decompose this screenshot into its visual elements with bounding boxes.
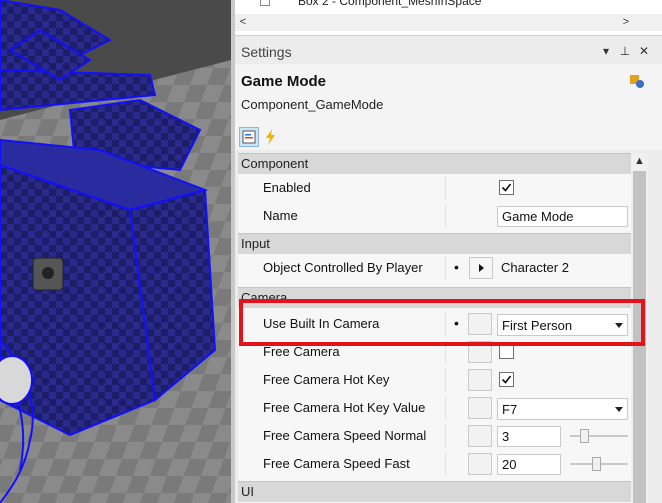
column-separator [445,256,446,280]
scene-render [0,0,231,503]
panel-menu-icon[interactable]: ▾ [599,44,613,58]
column-separator [445,396,446,420]
reset-button[interactable] [468,425,492,447]
highlight-box [239,299,645,346]
object-type: Component_GameMode [241,97,384,112]
properties-icon[interactable] [239,127,259,147]
select-reference-button[interactable] [469,257,493,279]
close-icon[interactable]: ✕ [637,44,651,58]
reset-button[interactable] [468,453,492,475]
tree-item-box-2[interactable]: Box 2 - Component_MeshInSpace [298,0,481,10]
property-object-controlled: Object Controlled By Player • Character … [238,254,631,282]
object-tree[interactable]: Box 2 - Component_MeshInSpace < > [235,0,662,36]
category-label: Input [241,236,270,251]
column-separator [445,204,446,228]
free-camera-checkbox[interactable] [499,344,514,359]
scroll-up-icon[interactable]: ▲ [631,153,648,170]
reset-button[interactable] [468,397,492,419]
modified-dot-icon: • [454,259,459,275]
settings-panel-header: Settings ▾ ⊥ ✕ [235,40,662,64]
column-separator [445,424,446,448]
expand-icon[interactable] [260,0,270,6]
property-label: Free Camera Hot Key Value [263,400,426,415]
property-label: Enabled [263,180,311,195]
property-free-camera-speed-normal: Free Camera Speed Normal 3 [238,422,631,450]
property-label: Free Camera Hot Key [263,372,390,387]
scroll-left-icon[interactable]: < [235,14,251,31]
settings-title: Settings [241,44,292,60]
enabled-checkbox[interactable] [499,180,514,195]
free-camera-hot-key-checkbox[interactable] [499,372,514,387]
category-component[interactable]: Component [238,153,631,174]
property-free-camera-hot-key-value: Free Camera Hot Key Value F7 [238,394,631,422]
scroll-corner [635,14,662,31]
name-field[interactable]: Game Mode [497,206,628,227]
dropdown-value: F7 [502,402,518,417]
category-label: UI [241,484,254,499]
speed-normal-slider-track[interactable] [570,435,628,437]
property-name: Name Game Mode [238,202,631,230]
tree-horizontal-scrollbar[interactable] [235,14,635,31]
chevron-down-icon [615,407,623,412]
right-panel: Box 2 - Component_MeshInSpace < > Settin… [235,0,662,503]
property-label: Free Camera [263,344,340,359]
property-label: Free Camera Speed Normal [263,428,427,443]
category-label: Component [241,156,309,171]
reference-value: Character 2 [501,260,569,275]
component-settings-icon[interactable] [629,73,645,89]
column-separator [445,176,446,200]
scene-viewport[interactable] [0,0,231,503]
property-label: Free Camera Speed Fast [263,456,410,471]
property-free-camera-hot-key: Free Camera Hot Key [238,366,631,394]
speed-normal-field[interactable]: 3 [497,426,561,447]
object-title-block: Game Mode Component_GameMode [235,64,662,124]
property-free-camera-speed-fast: Free Camera Speed Fast 20 [238,450,631,478]
speed-fast-field[interactable]: 20 [497,454,561,475]
property-label: Name [263,208,298,223]
speed-normal-slider-thumb[interactable] [579,429,589,443]
scroll-right-icon[interactable]: > [618,14,634,31]
column-separator [445,368,446,392]
object-name: Game Mode [241,73,327,90]
column-separator [445,452,446,476]
settings-mode-bar [235,124,662,150]
category-input[interactable]: Input [238,233,631,254]
category-ui[interactable]: UI [238,481,631,502]
events-icon[interactable] [261,127,281,147]
pin-icon[interactable]: ⊥ [618,44,632,58]
property-label: Object Controlled By Player [263,260,423,275]
hot-key-value-dropdown[interactable]: F7 [497,398,628,420]
speed-fast-slider-thumb[interactable] [592,457,602,471]
property-enabled: Enabled [238,174,631,202]
reset-button[interactable] [468,369,492,391]
